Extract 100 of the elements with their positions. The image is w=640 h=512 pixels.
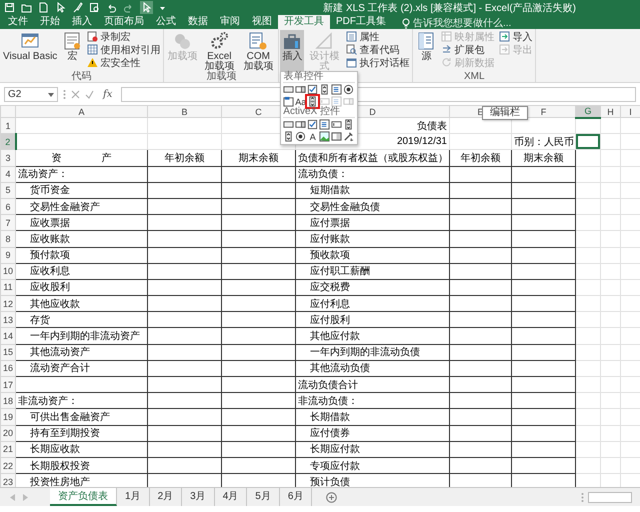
ribbon-tab[interactable]: 文件 bbox=[2, 15, 34, 29]
checkbox-icon[interactable] bbox=[307, 119, 318, 130]
ribbon-button[interactable]: 扩展包 bbox=[439, 43, 496, 56]
ribbon-button[interactable]: Excel 加载项 bbox=[200, 30, 238, 71]
ribbon-button[interactable]: COM 加载项 bbox=[239, 30, 278, 71]
drag-handle-icon[interactable] bbox=[581, 492, 584, 502]
row-number[interactable]: 1 bbox=[0, 118, 16, 134]
scroll-bar-icon[interactable] bbox=[307, 96, 318, 107]
sheet-tab[interactable]: 2月 bbox=[150, 488, 182, 506]
spin-button-icon[interactable] bbox=[319, 84, 330, 95]
row-number[interactable]: 23 bbox=[0, 474, 16, 487]
ribbon-tab[interactable]: 公式 bbox=[150, 15, 182, 29]
ribbon-tab[interactable]: 开始 bbox=[34, 15, 66, 29]
ribbon-button[interactable]: 执行对话框 bbox=[344, 56, 412, 69]
add-sheet-icon[interactable] bbox=[326, 492, 338, 502]
column-header[interactable]: B bbox=[148, 106, 222, 118]
table-cell: 短期借款 bbox=[296, 182, 450, 198]
ribbon-button[interactable]: 源 bbox=[414, 30, 438, 71]
ribbon-button[interactable]: 使用相对引用 bbox=[85, 43, 162, 56]
column-header[interactable]: H bbox=[600, 106, 620, 118]
column-header[interactable]: I bbox=[620, 106, 640, 118]
row-number[interactable]: 3 bbox=[0, 150, 16, 166]
row-number[interactable]: 12 bbox=[0, 296, 16, 312]
table-cell: 可供出售金融资产 bbox=[16, 408, 148, 426]
row-number[interactable]: 18 bbox=[0, 392, 16, 409]
image-icon[interactable] bbox=[319, 131, 330, 142]
row-number[interactable]: 2 bbox=[0, 134, 16, 150]
tools-icon[interactable] bbox=[343, 131, 354, 142]
row-number[interactable]: 9 bbox=[0, 247, 16, 264]
command-button-icon[interactable] bbox=[283, 119, 294, 130]
row-number[interactable]: 19 bbox=[0, 408, 16, 426]
ribbon-button[interactable]: 导入 bbox=[497, 30, 534, 43]
redo-icon[interactable] bbox=[123, 2, 134, 13]
row-number[interactable]: 4 bbox=[0, 166, 16, 182]
column-header[interactable]: A bbox=[16, 106, 148, 118]
cursor-icon[interactable] bbox=[140, 1, 153, 14]
combo-box-icon[interactable] bbox=[295, 84, 306, 95]
row-number[interactable]: 5 bbox=[0, 182, 16, 198]
toggle-button-icon[interactable] bbox=[331, 131, 342, 142]
sheet-tab[interactable]: 4月 bbox=[214, 488, 248, 506]
ribbon-button[interactable]: 录制宏 bbox=[85, 30, 162, 43]
row-number[interactable]: 21 bbox=[0, 441, 16, 458]
ribbon-button[interactable]: 宏 bbox=[60, 30, 84, 71]
table-cell: 应收股利 bbox=[16, 279, 148, 296]
document-icon[interactable] bbox=[38, 2, 49, 13]
label-control-glyph[interactable]: A bbox=[307, 131, 318, 142]
row-number[interactable]: 6 bbox=[0, 198, 16, 215]
scroll-bar-icon[interactable] bbox=[343, 119, 354, 130]
preview-icon[interactable] bbox=[89, 2, 100, 13]
group-box-icon[interactable] bbox=[283, 96, 294, 107]
row-number[interactable]: 10 bbox=[0, 263, 16, 280]
folder-icon[interactable] bbox=[21, 2, 32, 13]
check-icon[interactable] bbox=[85, 90, 94, 99]
spin-button-icon[interactable] bbox=[283, 131, 294, 142]
row-number[interactable]: 17 bbox=[0, 376, 16, 393]
ribbon-tab[interactable]: 插入 bbox=[66, 15, 98, 29]
column-header[interactable]: G bbox=[576, 106, 600, 118]
grid-icon bbox=[87, 44, 98, 55]
ribbon-tab[interactable]: 审阅 bbox=[214, 15, 246, 29]
option-button-icon[interactable] bbox=[343, 84, 354, 95]
ribbon-tab[interactable]: 数据 bbox=[182, 15, 214, 29]
ribbon-tab[interactable]: 视图 bbox=[246, 15, 278, 29]
drag-handle-icon[interactable] bbox=[63, 89, 66, 100]
option-button-icon[interactable] bbox=[295, 131, 306, 142]
row-number[interactable]: 20 bbox=[0, 425, 16, 442]
text-box-icon[interactable] bbox=[331, 119, 342, 130]
insert-function-button[interactable]: fx bbox=[99, 89, 116, 100]
sheet-tab[interactable]: 3月 bbox=[182, 488, 215, 506]
row-number[interactable]: 11 bbox=[0, 279, 16, 296]
sheet-tab[interactable]: 1月 bbox=[117, 488, 150, 506]
row-number[interactable]: 14 bbox=[0, 328, 16, 344]
ribbon-button[interactable]: 插入 bbox=[280, 30, 304, 71]
name-box[interactable]: G2 bbox=[4, 87, 58, 102]
sheet-tab[interactable]: 5月 bbox=[247, 488, 280, 506]
sheet-tab[interactable]: 资产负债表 bbox=[50, 488, 117, 506]
list-box-icon[interactable] bbox=[319, 119, 330, 130]
ribbon-tab[interactable]: PDF工具集 bbox=[330, 15, 392, 29]
row-number[interactable]: 16 bbox=[0, 360, 16, 376]
checkbox-icon[interactable] bbox=[307, 84, 318, 95]
row-number[interactable]: 8 bbox=[0, 230, 16, 247]
ribbon-button[interactable]: 宏安全性 bbox=[85, 56, 162, 69]
row-number[interactable]: 13 bbox=[0, 312, 16, 328]
brush-icon[interactable] bbox=[72, 2, 83, 13]
undo-icon[interactable] bbox=[106, 2, 117, 13]
combo-box-icon[interactable] bbox=[295, 119, 306, 130]
list-box-icon[interactable] bbox=[331, 84, 342, 95]
sheet-tab[interactable]: 6月 bbox=[280, 488, 312, 506]
row-number[interactable]: 22 bbox=[0, 457, 16, 474]
ribbon-button[interactable]: 属性 bbox=[344, 30, 412, 43]
save-icon[interactable] bbox=[4, 2, 15, 13]
row-number[interactable]: 7 bbox=[0, 214, 16, 231]
command-button-icon[interactable] bbox=[283, 84, 294, 95]
ribbon-tab[interactable]: 开发工具 bbox=[278, 15, 330, 29]
horizontal-scrollbar[interactable] bbox=[588, 492, 632, 502]
ribbon-tab[interactable]: 页面布局 bbox=[98, 15, 150, 29]
tell-me-field[interactable]: 告诉我您想要做什么... bbox=[413, 18, 533, 29]
ribbon-button[interactable]: Visual Basic bbox=[1, 30, 60, 71]
pointer-icon[interactable] bbox=[55, 2, 66, 13]
row-number[interactable]: 15 bbox=[0, 344, 16, 360]
ribbon-button[interactable]: 查看代码 bbox=[344, 43, 412, 56]
